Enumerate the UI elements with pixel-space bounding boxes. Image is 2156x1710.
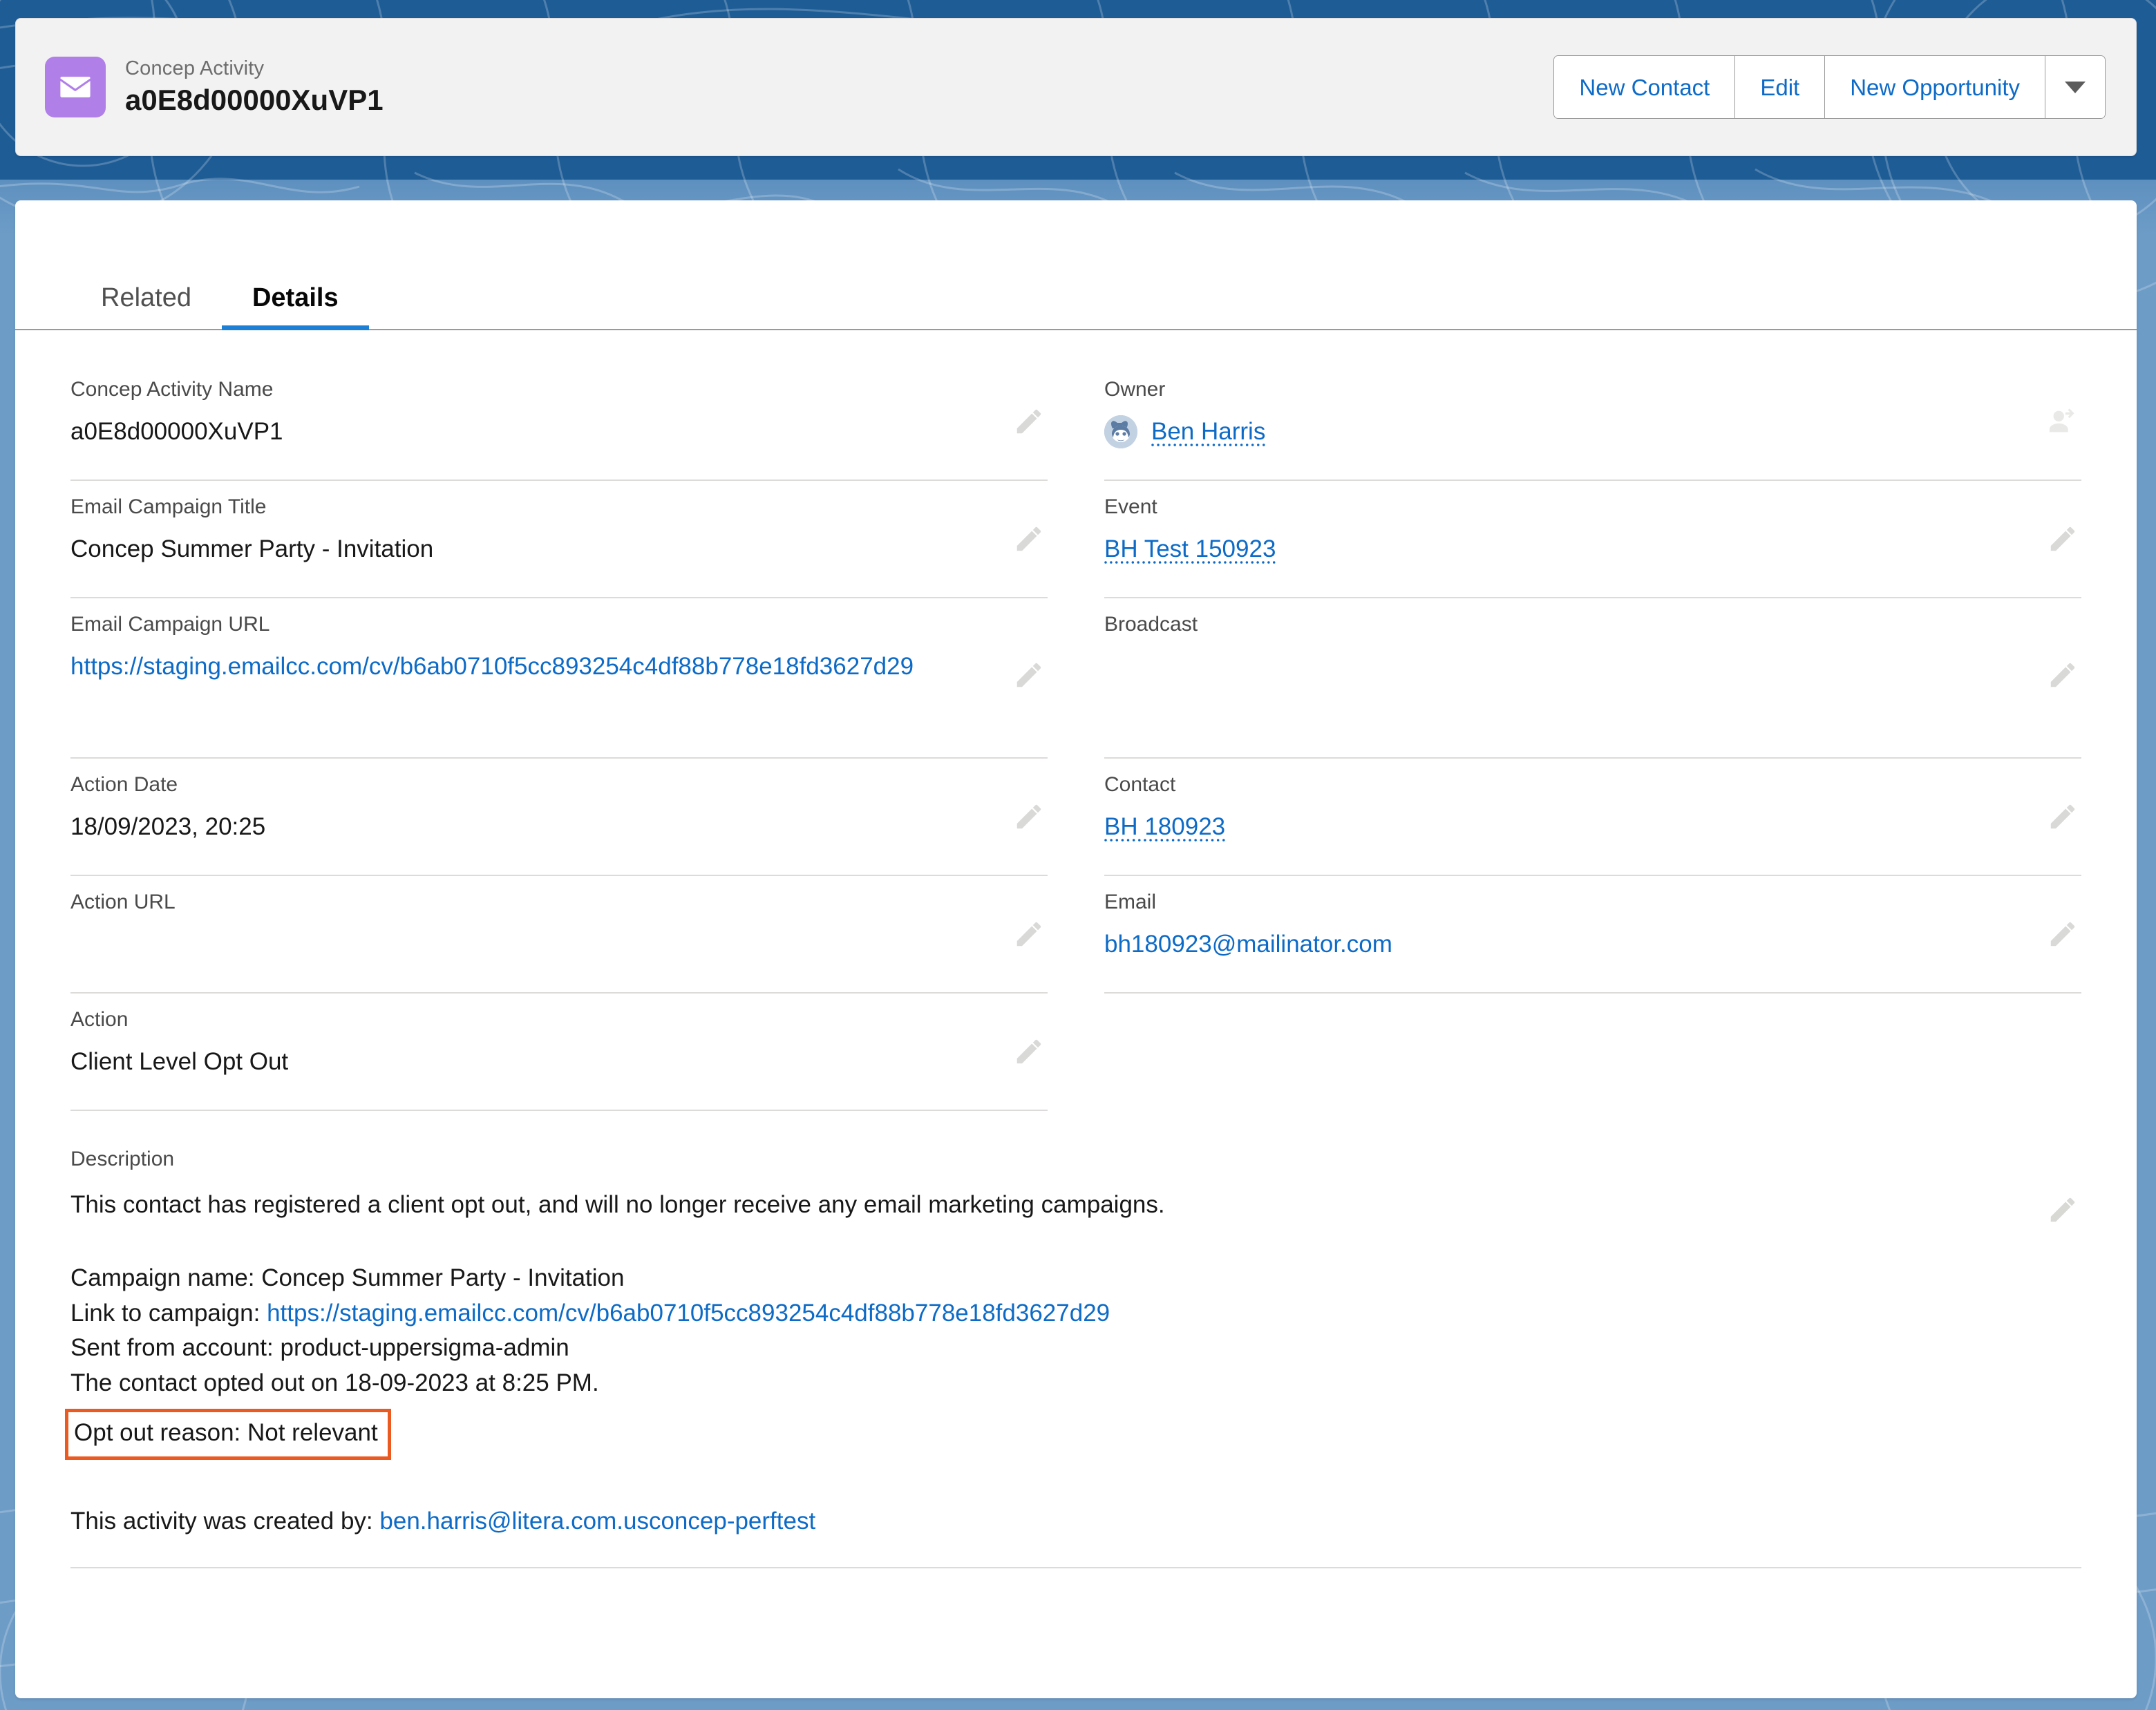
field-contact: Contact BH 180923 [1104,759,2081,876]
field-action-date: Action Date 18/09/2023, 20:25 [70,759,1048,876]
record-detail-card: Related Details Concep Activity Name a0E… [15,200,2137,1698]
change-owner-icon[interactable] [2047,406,2079,437]
description-opt-out-reason-line: Opt out reason: Not relevant [74,1418,378,1446]
pencil-icon[interactable] [1013,659,1045,691]
field-value: 18/09/2023, 20:25 [70,813,266,840]
field-value: a0E8d00000XuVP1 [70,418,283,445]
record-title-block: Concep Activity a0E8d00000XuVP1 [125,56,1553,119]
section-divider [70,1566,2081,1568]
field-label: Concep Activity Name [70,378,274,401]
field-action-url: Action URL [70,876,1048,994]
description-campaign-name-line: Campaign name: Concep Summer Party - Inv… [70,1264,625,1292]
description-opted-out-line: The contact opted out on 18-09-2023 at 8… [70,1369,599,1396]
page-title: a0E8d00000XuVP1 [125,83,384,116]
record-tabs: Related Details [15,234,2137,330]
header-action-buttons: New Contact Edit New Opportunity [1553,55,2106,119]
pencil-icon[interactable] [1013,523,1045,555]
new-opportunity-button[interactable]: New Opportunity [1825,56,2045,118]
field-email-campaign-url: Email Campaign URL https://staging.email… [70,598,1048,759]
tab-details[interactable]: Details [221,285,369,330]
chevron-down-icon [2065,81,2086,93]
email-campaign-url-link[interactable]: https://staging.emailcc.com/cv/b6ab0710f… [70,650,1048,683]
field-concep-activity-name: Concep Activity Name a0E8d00000XuVP1 [70,363,1048,481]
field-broadcast: Broadcast [1104,598,2081,759]
edit-button[interactable]: Edit [1735,56,1826,118]
field-label: Contact [1104,773,1176,796]
created-by-prefix: This activity was created by: [70,1508,380,1535]
field-label: Owner [1104,378,1166,401]
pencil-icon[interactable] [2047,918,2079,950]
field-email: Email bh180923@mailinator.com [1104,876,2081,994]
field-label: Email Campaign Title [70,495,267,518]
event-value-wrap: BH Test 150923 [1104,533,2081,566]
description-account-line: Sent from account: product-uppersigma-ad… [70,1334,569,1362]
field-value: Client Level Opt Out [70,1048,289,1075]
field-label: Email [1104,891,1157,913]
owner-value-row: Ben Harris [1104,415,2081,449]
pencil-icon[interactable] [2047,801,2079,833]
link-to-campaign-prefix: Link to campaign: [70,1299,267,1327]
pencil-icon[interactable] [2047,659,2079,691]
more-actions-dropdown-button[interactable] [2045,56,2105,118]
field-label: Email Campaign URL [70,613,270,636]
description-section: Description This contact has registered … [15,1111,2137,1463]
owner-name-link[interactable]: Ben Harris [1151,415,1348,448]
field-label: Broadcast [1104,613,1198,636]
field-event: Event BH Test 150923 [1104,481,2081,598]
description-label: Description [70,1148,175,1170]
field-label: Action URL [70,891,176,913]
description-intro-line: This contact has registered a client opt… [70,1191,1165,1218]
pencil-icon[interactable] [1013,918,1045,950]
tab-related[interactable]: Related [70,285,222,329]
field-label: Action Date [70,773,178,796]
details-right-column: Owner Ben Harris Event BH Test 150923 Br… [1104,363,2081,1111]
opt-out-reason-highlight: Opt out reason: Not relevant [65,1408,391,1461]
event-lookup-link[interactable]: BH Test 150923 [1104,535,1359,562]
record-header: Concep Activity a0E8d00000XuVP1 New Cont… [15,18,2137,156]
field-owner: Owner Ben Harris [1104,363,2081,481]
contact-lookup-link[interactable]: BH 180923 [1104,813,1308,840]
email-address-link[interactable]: bh180923@mailinator.com [1104,928,2081,961]
field-value: Concep Summer Party - Invitation [70,535,434,562]
field-label: Event [1104,495,1157,518]
field-label: Action [70,1008,129,1031]
created-by-section: This activity was created by: ben.harris… [15,1463,2137,1539]
user-avatar-icon [1104,415,1137,449]
record-type-label: Concep Activity [125,57,265,79]
new-contact-button[interactable]: New Contact [1554,56,1736,118]
pencil-icon[interactable] [2047,523,2079,555]
created-by-user-link[interactable]: ben.harris@litera.com.usconcep-perftest [379,1508,815,1535]
pencil-icon[interactable] [2047,1194,2079,1226]
created-by-line: This activity was created by: ben.harris… [70,1504,2081,1539]
pencil-icon[interactable] [1013,1036,1045,1067]
pencil-icon[interactable] [1013,801,1045,833]
field-value [1104,650,2081,683]
field-action: Action Client Level Opt Out [70,994,1048,1111]
description-link-line: Link to campaign: https://staging.emailc… [70,1296,2081,1331]
field-value [70,928,1048,961]
details-left-column: Concep Activity Name a0E8d00000XuVP1 Ema… [70,363,1048,1111]
field-email-campaign-title: Email Campaign Title Concep Summer Party… [70,481,1048,598]
contact-value-wrap: BH 180923 [1104,810,2081,844]
campaign-url-link[interactable]: https://staging.emailcc.com/cv/b6ab0710f… [267,1300,1110,1327]
field-right-spacer [1104,994,2081,1111]
details-field-grid: Concep Activity Name a0E8d00000XuVP1 Ema… [15,330,2137,1111]
email-envelope-icon [45,57,106,117]
pencil-icon[interactable] [1013,406,1045,437]
